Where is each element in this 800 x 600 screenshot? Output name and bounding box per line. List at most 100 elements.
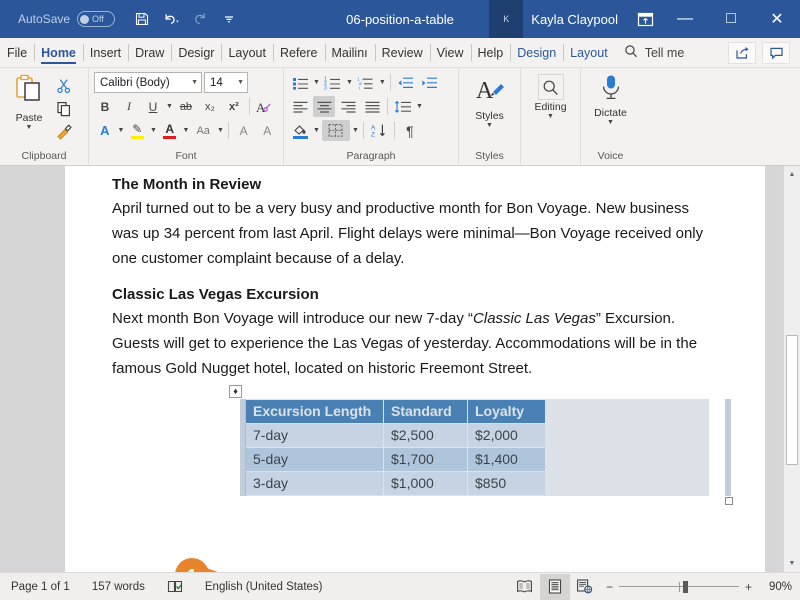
tab-file[interactable]: File xyxy=(0,38,34,67)
superscript-button[interactable]: x² xyxy=(223,96,245,117)
tab-help[interactable]: Help xyxy=(471,38,511,67)
vertical-scrollbar[interactable]: ▲ ▼ xyxy=(783,166,800,572)
subscript-button[interactable]: x₂ xyxy=(199,96,221,117)
borders-dropdown-icon[interactable]: ▼ xyxy=(352,128,359,134)
bullets-dropdown-icon[interactable]: ▼ xyxy=(313,80,320,86)
tab-table-layout[interactable]: Layout xyxy=(563,38,615,67)
comments-icon[interactable] xyxy=(762,42,790,64)
editing-button[interactable]: Editing ▼ xyxy=(527,72,575,120)
zoom-out-button[interactable]: − xyxy=(606,580,613,594)
font-family-combo[interactable]: Calibri (Body) ▼ xyxy=(94,72,202,93)
align-right-icon[interactable] xyxy=(337,96,359,117)
copy-icon[interactable] xyxy=(53,98,75,119)
table-resize-handle-icon[interactable] xyxy=(725,497,733,505)
tab-mailings[interactable]: Mailinı xyxy=(325,38,375,67)
zoom-level[interactable]: 90% xyxy=(758,581,792,593)
italic-button[interactable]: I xyxy=(118,96,140,117)
tab-review[interactable]: Review xyxy=(375,38,430,67)
avatar[interactable]: K xyxy=(489,0,523,38)
strikethrough-button[interactable]: ab xyxy=(175,96,197,117)
scrollbar-thumb[interactable] xyxy=(786,335,798,465)
font-size-combo[interactable]: 14 ▼ xyxy=(204,72,248,93)
page-indicator[interactable]: Page 1 of 1 xyxy=(0,581,81,593)
align-center-icon[interactable] xyxy=(313,96,335,117)
multilevel-dropdown-icon[interactable]: ▼ xyxy=(379,80,386,86)
share-icon[interactable] xyxy=(728,42,756,64)
scissors-icon[interactable] xyxy=(53,75,75,96)
autosave-toggle[interactable]: AutoSave Off xyxy=(18,11,115,27)
highlight-button[interactable]: ✎ xyxy=(126,120,148,141)
tell-me-box[interactable]: Tell me xyxy=(615,38,694,67)
highlight-dropdown-icon[interactable]: ▼ xyxy=(150,128,157,134)
table-move-handle-icon[interactable]: ♦ xyxy=(229,385,242,398)
tab-draw[interactable]: Draw xyxy=(128,38,171,67)
justify-icon[interactable] xyxy=(361,96,383,117)
read-mode-icon[interactable] xyxy=(510,574,540,600)
zoom-slider[interactable] xyxy=(619,581,739,593)
clear-formatting-icon[interactable]: A xyxy=(254,96,276,117)
line-spacing-icon[interactable] xyxy=(392,96,414,117)
scroll-up-icon[interactable]: ▲ xyxy=(784,166,800,183)
tab-view[interactable]: View xyxy=(430,38,471,67)
proofing-errors-icon[interactable] xyxy=(156,580,194,594)
font-color-button[interactable]: A xyxy=(159,120,181,141)
zoom-in-button[interactable]: + xyxy=(745,580,752,594)
dictate-dropdown-icon[interactable]: ▼ xyxy=(607,120,614,126)
undo-icon[interactable] xyxy=(158,6,184,32)
shading-dropdown-icon[interactable]: ▼ xyxy=(313,128,320,134)
scroll-down-icon[interactable]: ▼ xyxy=(784,555,800,572)
language-indicator[interactable]: English (United States) xyxy=(194,581,334,593)
ribbon-display-options-icon[interactable] xyxy=(628,12,662,27)
tab-design[interactable]: Desigr xyxy=(171,38,221,67)
tab-references[interactable]: Refere xyxy=(273,38,325,67)
autosave-switch[interactable]: Off xyxy=(77,11,115,27)
numbered-list-icon[interactable]: 123 xyxy=(322,72,344,93)
shrink-font-button[interactable]: A xyxy=(256,120,278,141)
tab-insert[interactable]: Insert xyxy=(83,38,128,67)
zoom-slider-handle[interactable] xyxy=(683,581,688,593)
minimize-button[interactable]: — xyxy=(662,0,708,38)
document-page[interactable]: The Month in Review April turned out to … xyxy=(65,166,765,572)
tab-home[interactable]: Home xyxy=(34,38,83,67)
underline-dropdown-icon[interactable]: ▼ xyxy=(166,104,173,110)
maximize-button[interactable]: □ xyxy=(708,0,754,38)
paste-dropdown-icon[interactable]: ▼ xyxy=(26,125,33,131)
align-left-icon[interactable] xyxy=(289,96,311,117)
sort-icon[interactable]: AZ xyxy=(368,120,390,141)
excursion-price-table[interactable]: Excursion Length Standard Loyalty 7-day … xyxy=(245,399,546,496)
change-case-button[interactable]: Aa xyxy=(191,120,215,141)
decrease-indent-icon[interactable] xyxy=(395,72,417,93)
paste-button[interactable]: Paste ▼ xyxy=(5,72,53,131)
numbering-dropdown-icon[interactable]: ▼ xyxy=(346,80,353,86)
shading-icon[interactable] xyxy=(289,120,311,141)
account-name[interactable]: Kayla Claypool xyxy=(523,12,628,27)
bullet-list-icon[interactable] xyxy=(289,72,311,93)
format-painter-icon[interactable] xyxy=(53,121,75,142)
scrollbar-track[interactable] xyxy=(784,183,800,555)
text-effects-button[interactable]: A xyxy=(94,120,116,141)
web-layout-icon[interactable] xyxy=(570,574,600,600)
tab-table-design[interactable]: Design xyxy=(510,38,563,67)
close-button[interactable]: ✕ xyxy=(754,0,800,38)
borders-icon[interactable] xyxy=(322,120,350,141)
print-layout-icon[interactable] xyxy=(540,574,570,600)
underline-button[interactable]: U xyxy=(142,96,164,117)
word-count[interactable]: 157 words xyxy=(81,581,156,593)
bold-button[interactable]: B xyxy=(94,96,116,117)
multilevel-list-icon[interactable]: 1ai xyxy=(355,72,377,93)
tab-layout[interactable]: Layout xyxy=(221,38,273,67)
redo-icon[interactable] xyxy=(187,6,213,32)
grow-font-button[interactable]: A xyxy=(233,120,255,141)
font-color-dropdown-icon[interactable]: ▼ xyxy=(183,128,190,134)
show-formatting-marks-icon[interactable]: ¶ xyxy=(399,120,421,141)
increase-indent-icon[interactable] xyxy=(419,72,441,93)
editing-dropdown-icon[interactable]: ▼ xyxy=(547,114,554,120)
styles-button[interactable]: A Styles ▼ xyxy=(466,72,514,129)
customize-qat-icon[interactable] xyxy=(216,6,242,32)
change-case-dropdown-icon[interactable]: ▼ xyxy=(217,128,224,134)
line-spacing-dropdown-icon[interactable]: ▼ xyxy=(416,104,423,110)
styles-dropdown-icon[interactable]: ▼ xyxy=(486,123,493,129)
dictate-button[interactable]: Dictate ▼ xyxy=(587,72,635,126)
text-effects-dropdown-icon[interactable]: ▼ xyxy=(118,128,125,134)
save-icon[interactable] xyxy=(129,6,155,32)
